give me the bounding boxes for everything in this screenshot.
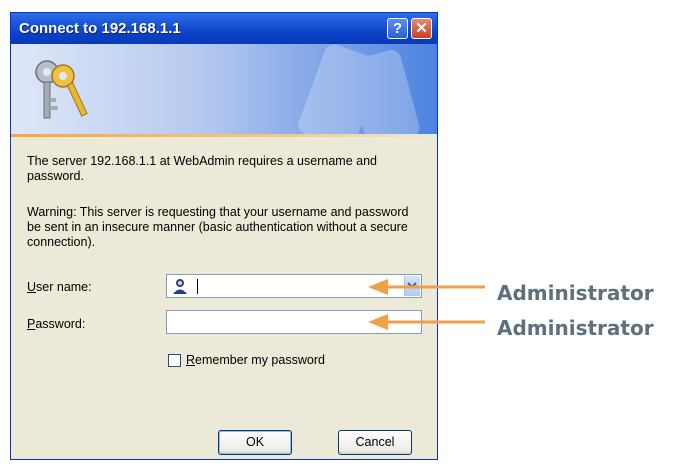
password-annotation: Administrator (497, 316, 654, 340)
remember-password-checkbox[interactable] (168, 354, 181, 367)
banner (11, 44, 437, 136)
server-message: The server 192.168.1.1 at WebAdmin requi… (27, 154, 377, 183)
password-field[interactable] (166, 310, 422, 334)
watermark-keys-icon (298, 44, 420, 136)
username-label: User name: (27, 280, 92, 294)
warning-message: Warning: This server is requesting that … (27, 205, 409, 249)
cancel-button[interactable]: Cancel (338, 430, 412, 455)
banner-graphic (35, 44, 420, 136)
text-cursor (197, 279, 198, 294)
close-button[interactable]: ✕ (411, 18, 432, 39)
username-dropdown-button[interactable] (404, 276, 420, 296)
user-icon (172, 278, 188, 294)
keys-icon (35, 60, 88, 119)
username-field[interactable] (166, 274, 422, 298)
login-dialog: Connect to 192.168.1.1 ? ✕ The server 19… (10, 12, 438, 460)
remember-password-label[interactable]: Remember my password (186, 353, 325, 367)
ok-button[interactable]: OK (218, 430, 292, 455)
dialog-title: Connect to 192.168.1.1 (19, 20, 181, 37)
chevron-down-icon (407, 282, 417, 289)
username-annotation: Administrator (497, 281, 654, 305)
title-bar[interactable]: Connect to 192.168.1.1 ? ✕ (11, 13, 437, 44)
banner-divider (11, 134, 437, 137)
help-button[interactable]: ? (387, 18, 408, 39)
password-label: Password: (27, 317, 86, 331)
